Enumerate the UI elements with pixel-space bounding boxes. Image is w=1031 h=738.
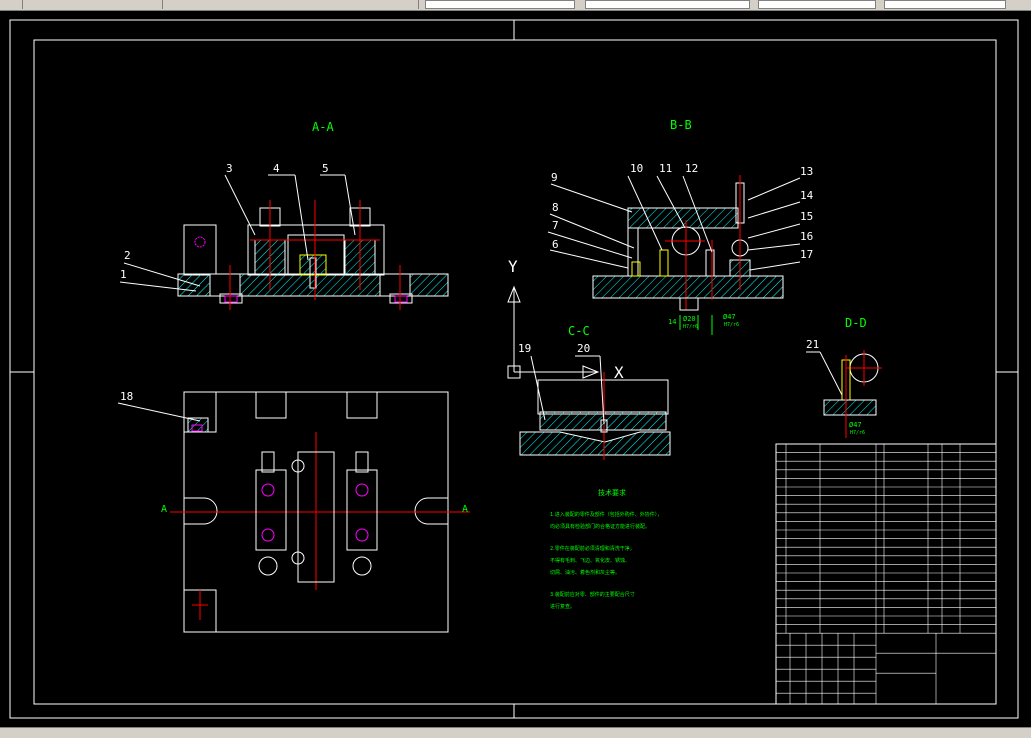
- new-file-icon[interactable]: [0, 0, 23, 9]
- dim-bb-fit2: 14: [668, 318, 676, 326]
- balloon-3: 3: [226, 162, 233, 175]
- balloon-21: 21: [806, 338, 819, 351]
- color-dropdown[interactable]: [585, 0, 750, 9]
- dim-bb-fit1: Ø20: [683, 315, 696, 323]
- balloon-6: 6: [552, 238, 559, 251]
- section-aa: [177, 200, 449, 310]
- tech-notes-title: 技术要求: [598, 488, 626, 497]
- layer-properties-icon[interactable]: [370, 0, 419, 9]
- section-mark-a-left: A: [161, 504, 167, 515]
- dim-bb-fit1-tol: H7/r6: [683, 324, 698, 330]
- view-title-bb: B-B: [670, 118, 692, 132]
- parts-list: [775, 443, 997, 705]
- balloon-15: 15: [800, 210, 813, 223]
- linetype-dropdown[interactable]: [758, 0, 876, 9]
- balloon-7: 7: [552, 219, 559, 232]
- status-bar: [0, 727, 1031, 738]
- dim-dd-fit: Ø47: [849, 421, 862, 429]
- dim-bb-fit3-tol: H7/r6: [724, 322, 739, 328]
- balloon-2: 2: [124, 249, 131, 262]
- balloon-20: 20: [577, 342, 590, 355]
- plan-view: A A: [161, 391, 470, 633]
- balloon-8: 8: [552, 201, 559, 214]
- section-mark-a-right: A: [462, 504, 468, 515]
- ucs-x-label: X: [614, 363, 624, 382]
- balloon-14: 14: [800, 189, 814, 202]
- balloon-1: 1: [120, 268, 127, 281]
- tech-note-line: 进行复查。: [550, 603, 575, 610]
- balloon-19: 19: [518, 342, 531, 355]
- balloon-16: 16: [800, 230, 813, 243]
- tech-note-line: 3.装配前应对零、部件的主要配合尺寸: [550, 591, 635, 598]
- balloon-13: 13: [800, 165, 813, 178]
- tech-note-line: 均必须具有检验部门的合格证方能进行装配。: [550, 523, 650, 530]
- drawing-canvas[interactable]: A-A B-B C-C D-D Ø20 H7/r6 14 Ø47 H7/r6 Y…: [0, 11, 1031, 727]
- ucs-y-label: Y: [508, 257, 518, 276]
- tech-note-line: 不得有毛刺、飞边、氧化皮、锈蚀、: [550, 557, 630, 564]
- view-title-cc: C-C: [568, 324, 590, 338]
- balloon-11: 11: [659, 162, 672, 175]
- balloon-10: 10: [630, 162, 643, 175]
- lineweight-dropdown[interactable]: [884, 0, 1006, 9]
- tech-note-line: 2.零件在装配前必须清理和清洗干净，: [550, 545, 635, 552]
- dim-dd-fit-tol: H7/r6: [850, 430, 865, 436]
- layer-dropdown[interactable]: [425, 0, 575, 9]
- balloon-5: 5: [322, 162, 329, 175]
- dim-bb-fit3: Ø47: [723, 313, 736, 321]
- section-cc: [519, 372, 671, 460]
- toolbar: [0, 0, 1031, 11]
- tech-notes: 技术要求 1.进入装配的零件及部件（包括外购件、外协件）， 均必须具有检验部门的…: [550, 488, 662, 610]
- section-dd: Ø47 H7/r6: [823, 350, 882, 438]
- balloon-18: 18: [120, 390, 133, 403]
- balloon-4: 4: [273, 162, 280, 175]
- balloon-17: 17: [800, 248, 813, 261]
- view-title-aa: A-A: [312, 120, 334, 134]
- view-title-dd: D-D: [845, 316, 867, 330]
- tech-note-line: 1.进入装配的零件及部件（包括外购件、外协件），: [550, 511, 662, 518]
- layer-toolbar[interactable]: [44, 0, 163, 9]
- balloon-9: 9: [551, 171, 558, 184]
- tech-note-line: 切屑、油污、着色剂和灰尘等。: [550, 569, 620, 576]
- balloon-12: 12: [685, 162, 698, 175]
